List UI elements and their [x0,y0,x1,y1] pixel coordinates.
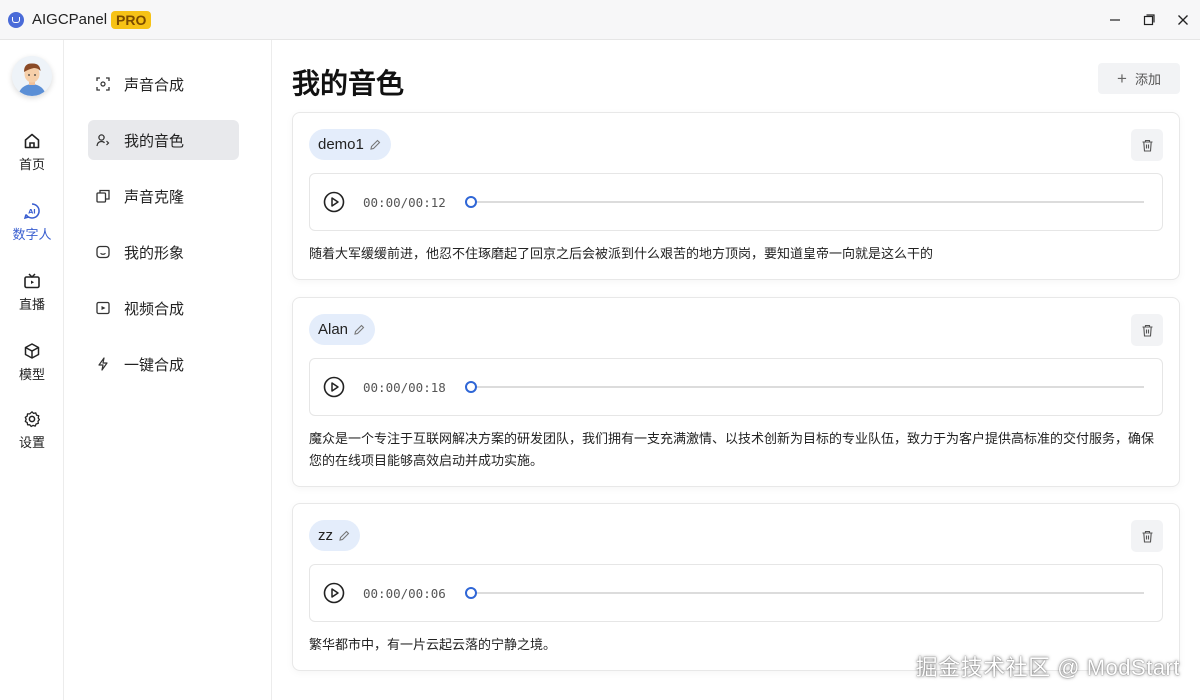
scan-icon [96,77,110,91]
video-icon [96,301,110,315]
voice-card: zz 00:00/00:06 繁华都市中，有一片云起云落的宁静之境。 [292,503,1180,671]
cube-icon [24,343,40,359]
nav-digital-human[interactable]: AI 数字人 [0,202,64,243]
voice-name: demo1 [318,136,364,153]
sub-item-video-synthesis[interactable]: 视频合成 [88,288,239,328]
audio-time: 00:00/00:06 [363,585,446,601]
sub-item-my-avatar[interactable]: 我的形象 [88,232,239,272]
primary-nav: 首页 AI 数字人 直播 模型 设置 [0,40,64,700]
play-icon[interactable] [323,582,345,604]
home-icon [24,133,40,149]
delete-button[interactable] [1131,129,1163,161]
voice-name-tag[interactable]: demo1 [309,129,391,160]
trash-icon [1142,139,1152,152]
audio-progress-knob[interactable] [465,381,477,393]
title-bar: AIGCPanel PRO [0,0,1200,40]
sub-item-label: 声音合成 [124,76,185,94]
face-icon [96,245,110,259]
edit-icon[interactable] [338,530,350,542]
delete-button[interactable] [1131,314,1163,346]
sub-item-one-click[interactable]: 一键合成 [88,344,239,384]
sub-item-label: 视频合成 [124,300,185,318]
close-icon[interactable] [1166,0,1200,40]
voice-card: Alan 00:00/00:18 魔众是一个专注于互联网解决方案的研发团队，我们… [292,297,1180,487]
audio-player: 00:00/00:18 [309,358,1163,416]
audio-progress-knob[interactable] [465,587,477,599]
nav-live[interactable]: 直播 [0,272,64,313]
voice-card: demo1 00:00/00:12 随着大军缓缓前进，他忍不住琢磨起了回京之后会… [292,112,1180,280]
page-title: 我的音色 [292,68,405,99]
audio-player: 00:00/00:06 [309,564,1163,622]
delete-button[interactable] [1131,520,1163,552]
bolt-icon [98,357,108,371]
avatar[interactable] [12,56,52,96]
trash-icon [1142,324,1152,337]
sub-item-label: 声音克隆 [124,188,185,206]
maximize-icon[interactable] [1132,0,1166,40]
minimize-icon[interactable] [1098,0,1132,40]
app-logo-icon [8,11,24,28]
sub-item-voice-clone[interactable]: 声音克隆 [88,176,239,216]
sub-item-label: 我的音色 [124,132,185,150]
audio-progress-knob[interactable] [465,196,477,208]
clone-icon [96,189,110,203]
voice-name-tag[interactable]: Alan [309,314,376,345]
nav-live-label: 直播 [18,297,45,312]
plus-icon: + [1117,69,1127,88]
voice-text: 魔众是一个专注于互联网解决方案的研发团队，我们拥有一支充满激情、以技术创新为目标… [309,431,1155,468]
sub-item-voice-synthesis[interactable]: 声音合成 [88,64,239,104]
edit-icon[interactable] [353,324,365,336]
audio-progress-track[interactable] [465,587,1144,599]
add-button[interactable]: + 添加 [1098,63,1180,94]
nav-settings-label: 设置 [18,435,45,450]
nav-model[interactable]: 模型 [0,342,64,383]
voice-name-tag[interactable]: zz [309,520,360,551]
app-title: AIGCPanel [32,11,108,28]
audio-progress-track[interactable] [465,381,1144,393]
sub-item-label: 一键合成 [124,356,185,374]
voice-text: 随着大军缓缓前进，他忍不住琢磨起了回京之后会被派到什么艰苦的地方顶岗，要知道皇帝… [309,246,934,261]
nav-home[interactable]: 首页 [0,132,64,173]
play-icon[interactable] [323,191,345,213]
secondary-nav: 声音合成 我的音色 声音克隆 我的形象 视频合成 一键合成 [64,40,272,700]
add-button-label: 添加 [1134,72,1161,87]
play-icon[interactable] [323,376,345,398]
pro-badge: PRO [111,10,152,29]
ai-icon: AI [23,203,40,220]
user-voice-icon [96,134,110,147]
sub-item-label: 我的形象 [124,244,185,262]
voice-name: Alan [318,321,349,338]
edit-icon[interactable] [369,139,381,151]
nav-digital-human-label: 数字人 [12,227,52,242]
nav-settings[interactable]: 设置 [0,410,64,451]
gear-icon [24,411,41,428]
svg-text:AI: AI [28,208,35,216]
trash-icon [1142,530,1152,543]
main-content: 我的音色 + 添加 demo1 00:00/00:12 随着大军缓缓前进，他忍不… [272,40,1200,700]
audio-time: 00:00/00:18 [363,379,446,395]
watermark: 掘金技术社区 @ ModStart [915,655,1180,680]
window-controls [1098,0,1200,40]
audio-player: 00:00/00:12 [309,173,1163,231]
audio-progress-track[interactable] [465,196,1144,208]
sub-item-my-voices[interactable]: 我的音色 [88,120,239,160]
audio-time: 00:00/00:12 [363,194,446,210]
nav-model-label: 模型 [18,367,45,382]
nav-home-label: 首页 [18,157,45,172]
tv-icon [24,273,40,289]
voice-name: zz [318,527,333,544]
